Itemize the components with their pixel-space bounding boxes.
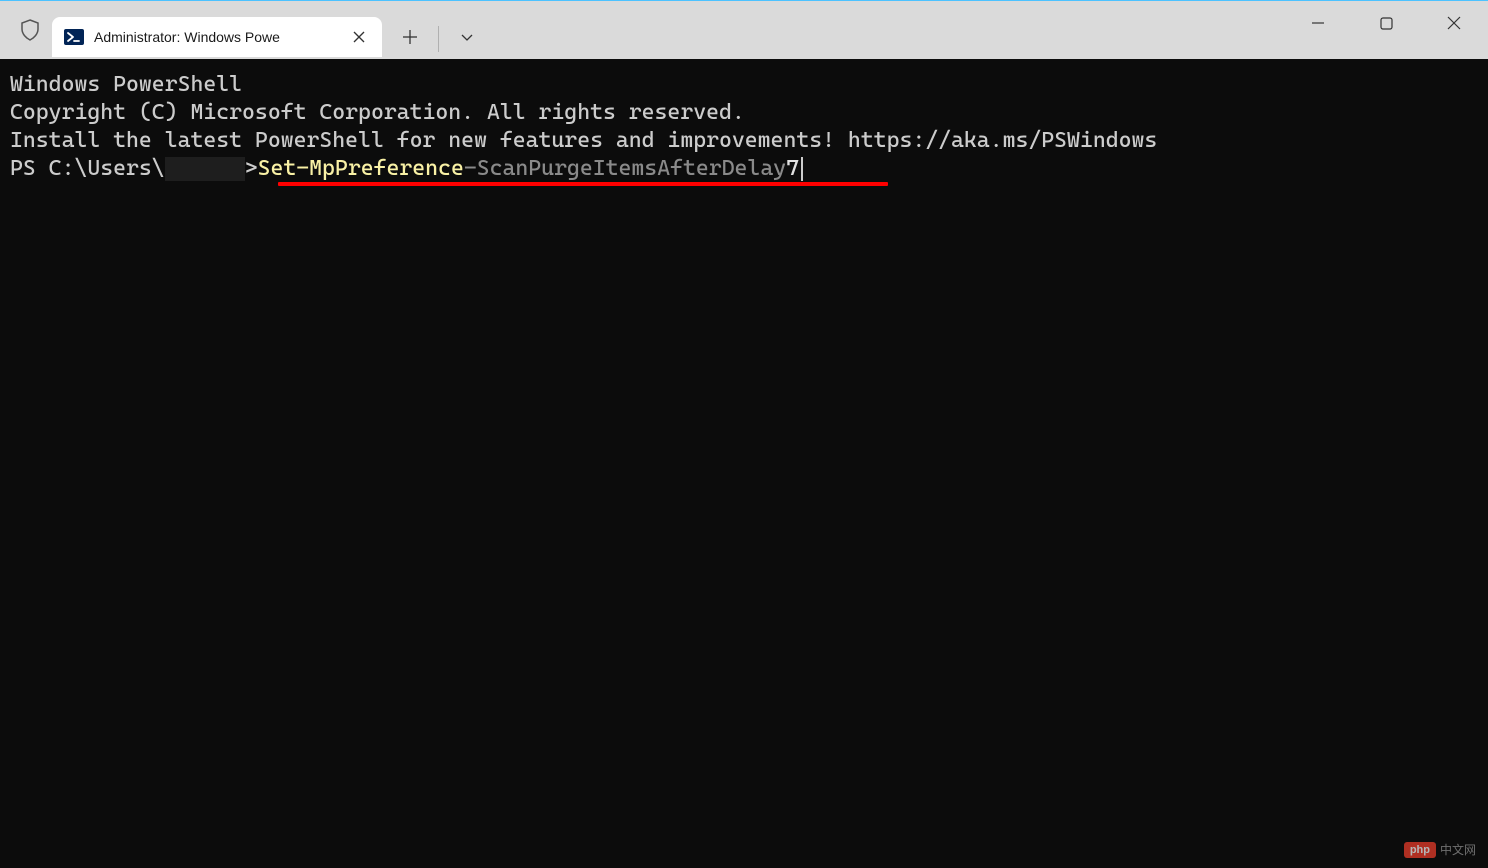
annotation-underline bbox=[278, 182, 888, 186]
watermark-text: 中文网 bbox=[1440, 841, 1476, 858]
close-window-button[interactable] bbox=[1420, 1, 1488, 45]
minimize-button[interactable] bbox=[1284, 1, 1352, 45]
tab-title: Administrator: Windows Powe bbox=[94, 29, 338, 45]
terminal-output-line: Copyright (C) Microsoft Corporation. All… bbox=[10, 99, 1478, 127]
terminal-area[interactable]: Windows PowerShell Copyright (C) Microso… bbox=[0, 59, 1488, 868]
prompt-suffix: > bbox=[245, 155, 258, 183]
shield-icon bbox=[8, 6, 52, 54]
command-parameter: -ScanPurgeItemsAfterDelay bbox=[464, 155, 786, 183]
tab-powershell[interactable]: Administrator: Windows Powe bbox=[52, 17, 382, 57]
terminal-output-line: Install the latest PowerShell for new fe… bbox=[10, 127, 1478, 155]
terminal-prompt-line[interactable]: PS C:\Users\ > Set-MpPreference -ScanPurg… bbox=[10, 155, 1478, 183]
command-value: 7 bbox=[786, 155, 799, 183]
powershell-icon bbox=[64, 27, 84, 47]
tab-dropdown-button[interactable] bbox=[447, 17, 487, 57]
terminal-output-line: Windows PowerShell bbox=[10, 71, 1478, 99]
tab-divider bbox=[438, 26, 439, 52]
terminal-cursor bbox=[801, 157, 803, 181]
watermark: php 中文网 bbox=[1404, 841, 1476, 858]
close-tab-button[interactable] bbox=[348, 26, 370, 48]
window-controls bbox=[1284, 1, 1488, 45]
prompt-prefix: PS C:\Users\ bbox=[10, 155, 165, 183]
new-tab-button[interactable] bbox=[390, 17, 430, 57]
watermark-badge: php bbox=[1404, 842, 1436, 858]
title-bar: Administrator: Windows Powe bbox=[0, 0, 1488, 59]
command-cmdlet: Set-MpPreference bbox=[258, 155, 464, 183]
redacted-username bbox=[165, 157, 245, 181]
maximize-button[interactable] bbox=[1352, 1, 1420, 45]
